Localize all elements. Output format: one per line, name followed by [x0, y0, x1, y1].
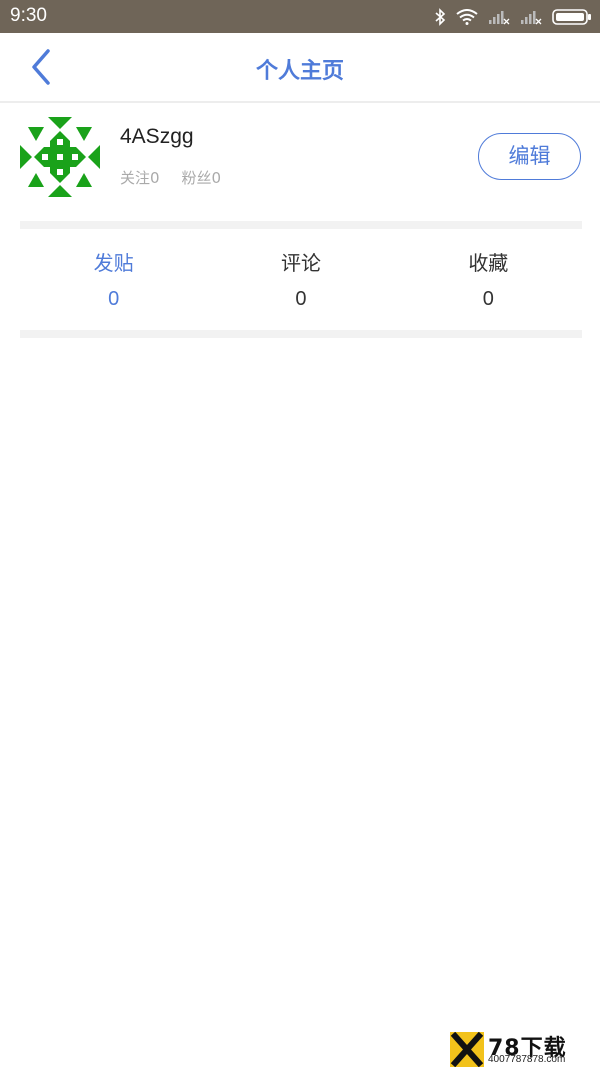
watermark-phone: 4007787878.com — [488, 1054, 566, 1065]
status-time: 9:30 — [10, 5, 47, 26]
tab-posts-label: 发贴 — [93, 251, 134, 275]
tab-comments-label: 评论 — [280, 251, 321, 275]
signal-icon-2 — [521, 11, 542, 25]
avatar[interactable] — [20, 117, 100, 197]
follow-stats: 关注0 粉丝0 — [120, 167, 221, 188]
tab-favorites[interactable]: 收藏 0 — [395, 229, 582, 330]
tab-posts-count: 0 — [108, 288, 120, 310]
tab-comments-count: 0 — [295, 288, 307, 310]
watermark: 78下载 4007787878.com — [450, 1032, 600, 1067]
wifi-icon — [456, 9, 478, 25]
signal-icon — [489, 11, 510, 25]
battery-icon — [552, 9, 591, 25]
tab-favorites-count: 0 — [482, 288, 494, 310]
divider — [20, 330, 582, 338]
profile-header: 4ASzgg 关注0 粉丝0 编辑 — [0, 103, 600, 221]
status-icons — [434, 6, 592, 28]
status-bar: 9:30 — [0, 0, 600, 33]
tab-favorites-label: 收藏 — [468, 251, 509, 275]
tab-posts[interactable]: 发贴 0 — [20, 229, 207, 330]
username: 4ASzgg — [120, 125, 194, 148]
x-logo-icon — [450, 1032, 484, 1067]
following-count[interactable]: 关注0 — [120, 167, 160, 188]
bluetooth-icon — [435, 8, 446, 26]
nav-bar: 个人主页 — [0, 33, 600, 103]
divider — [20, 221, 582, 229]
tab-comments[interactable]: 评论 0 — [207, 229, 394, 330]
followers-count[interactable]: 粉丝0 — [182, 167, 222, 188]
page-title: 个人主页 — [255, 59, 344, 84]
profile-tabs: 发贴 0 评论 0 收藏 0 — [20, 229, 582, 330]
edit-button[interactable]: 编辑 — [478, 133, 581, 180]
